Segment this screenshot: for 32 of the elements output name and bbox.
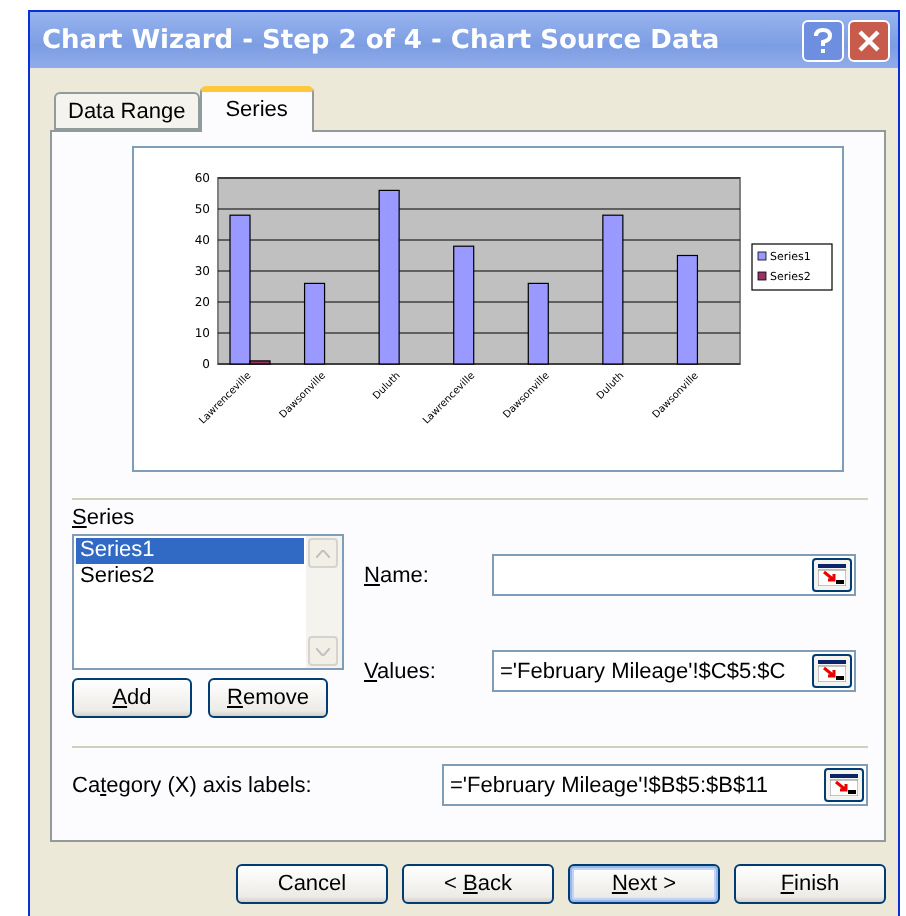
close-icon [858, 29, 880, 51]
add-button[interactable]: Add [72, 678, 192, 718]
scroll-up-icon [316, 549, 330, 557]
field-label: Values: [364, 659, 438, 683]
field-label: Name: [364, 563, 431, 587]
close-button[interactable] [848, 19, 890, 61]
collapse-dialog-icon [818, 660, 846, 682]
series-list-item[interactable]: Series1 [76, 538, 304, 564]
help-icon [814, 27, 832, 53]
scroll-down-icon [316, 647, 330, 655]
wizard-button[interactable]: Next > [568, 864, 720, 904]
input-field[interactable]: ='February Mileage'!$B$5:$B$11 [442, 764, 868, 806]
field-label: Category (X) axis labels: [72, 773, 312, 797]
collapse-dialog-button[interactable] [824, 768, 864, 802]
tab[interactable]: Series [199, 86, 314, 132]
wizard-button[interactable]: Cancel [236, 864, 388, 904]
wizard-button[interactable]: Finish [734, 864, 886, 904]
input-field[interactable]: ='February Mileage'!$C$5:$C [492, 650, 856, 692]
collapse-dialog-icon [830, 774, 858, 796]
help-button[interactable] [802, 19, 844, 61]
collapse-dialog-button[interactable] [812, 654, 852, 688]
collapse-dialog-icon [818, 564, 846, 586]
series-label: Series [72, 506, 137, 530]
chart-legend [751, 243, 833, 291]
wizard-button[interactable]: < Back [402, 864, 554, 904]
series-list-item[interactable]: Series2 [76, 564, 304, 590]
window-title: Chart Wizard - Step 2 of 4 - Chart Source Data [42, 25, 722, 55]
remove-button[interactable]: Remove [208, 678, 328, 718]
input-field[interactable] [492, 554, 856, 596]
collapse-dialog-button[interactable] [812, 558, 852, 592]
series-list[interactable]: Series1 Series2 [72, 534, 344, 670]
tab[interactable]: Data Range [54, 92, 200, 130]
